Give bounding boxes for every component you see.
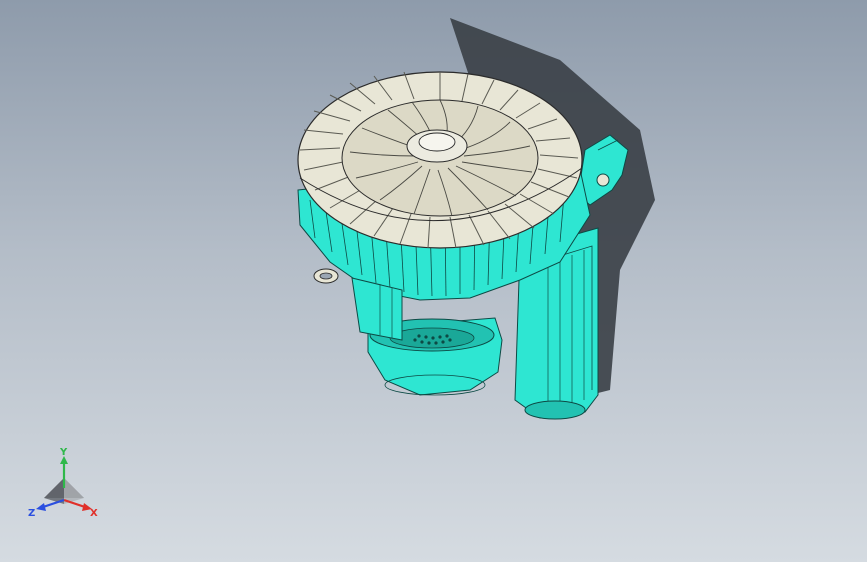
fan-cover[interactable]: [297, 71, 583, 249]
lifting-ring[interactable]: [313, 268, 339, 284]
z-arrow-icon: [36, 503, 46, 511]
blower-model[interactable]: [0, 0, 867, 562]
z-axis-label: Z: [28, 508, 35, 519]
x-axis-label: X: [90, 508, 98, 519]
graphics-viewport[interactable]: Y X Z: [0, 0, 867, 562]
y-axis-label: Y: [59, 448, 68, 458]
view-triad[interactable]: Y X Z: [26, 448, 106, 520]
